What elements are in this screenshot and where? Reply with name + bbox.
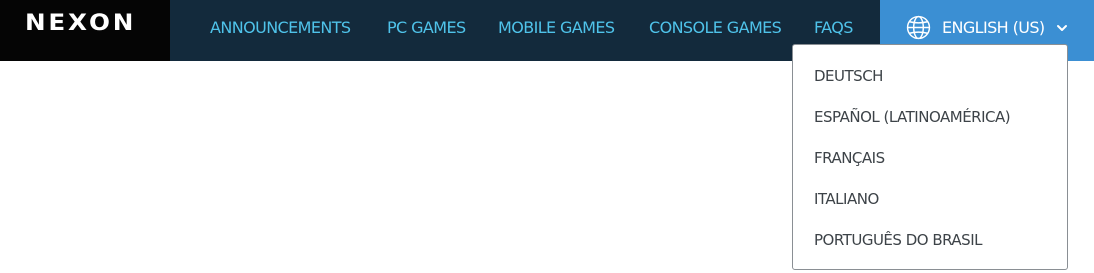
nexon-logo[interactable]: NEXON: [25, 11, 136, 37]
nav-pc-games[interactable]: PC GAMES: [387, 0, 466, 61]
globe-icon: [906, 15, 931, 40]
language-option-portugues[interactable]: PORTUGUÊS DO BRASIL: [814, 226, 983, 254]
nav-console-games[interactable]: CONSOLE GAMES: [649, 0, 782, 61]
nav-announcements[interactable]: ANNOUNCEMENTS: [210, 0, 351, 61]
nav-mobile-games[interactable]: MOBILE GAMES: [498, 0, 615, 61]
language-option-francais[interactable]: FRANÇAIS: [814, 144, 885, 172]
logo-area[interactable]: NEXON: [0, 0, 170, 61]
language-dropdown-menu: DEUTSCH ESPAÑOL (LATINOAMÉRICA) FRANÇAIS…: [792, 44, 1068, 270]
chevron-down-icon: [1057, 25, 1067, 31]
language-option-italiano[interactable]: ITALIANO: [814, 185, 879, 213]
language-option-espanol[interactable]: ESPAÑOL (LATINOAMÉRICA): [814, 103, 1011, 131]
language-option-deutsch[interactable]: DEUTSCH: [814, 62, 883, 90]
